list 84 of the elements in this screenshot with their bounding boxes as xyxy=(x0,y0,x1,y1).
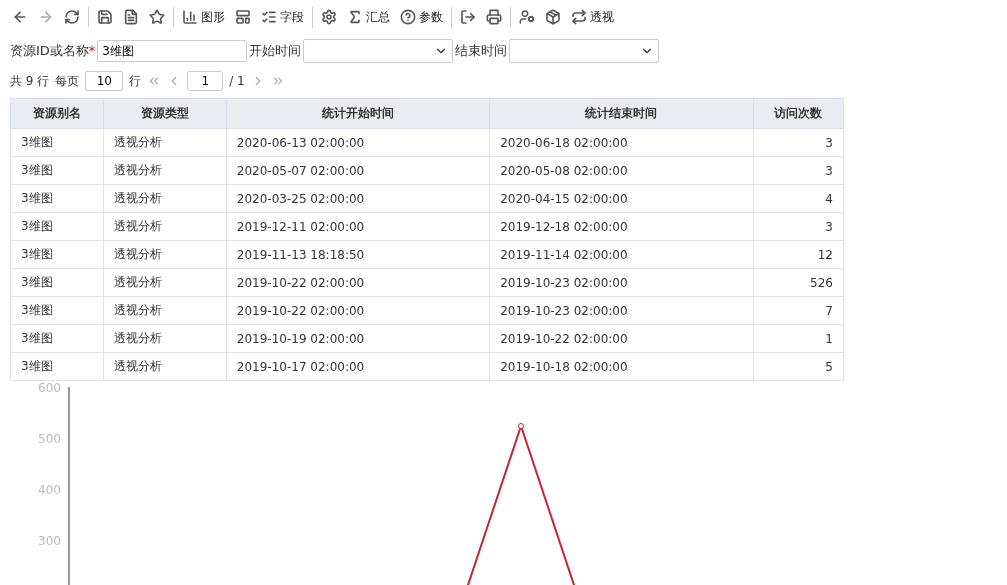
start-time-select[interactable] xyxy=(303,39,454,63)
field-label: 开始时间 xyxy=(249,42,302,60)
per-page-label: 每页 xyxy=(55,72,80,90)
table-cell: 3维图 xyxy=(10,128,104,157)
print-icon[interactable] xyxy=(484,7,504,27)
settings-icon[interactable] xyxy=(319,7,339,27)
refresh-icon[interactable] xyxy=(62,7,82,27)
field-label: 结束时间 xyxy=(455,42,508,60)
checklist-icon xyxy=(261,9,277,25)
page-total: / 1 xyxy=(229,74,245,88)
table-cell: 透视分析 xyxy=(103,212,227,241)
axis-tick-label: 600 xyxy=(38,381,61,395)
table-cell: 透视分析 xyxy=(103,296,227,325)
table-cell: 2019-10-23 02:00:00 xyxy=(489,268,753,297)
column-header[interactable]: 资源类型 xyxy=(103,98,227,129)
table-cell: 7 xyxy=(753,296,844,325)
bar-chart-icon xyxy=(182,9,198,25)
table-cell: 2020-06-18 02:00:00 xyxy=(489,128,753,157)
sigma-icon xyxy=(347,9,363,25)
toolbar-button[interactable]: 汇总 xyxy=(345,6,392,28)
axis-tick-label: 500 xyxy=(38,432,61,446)
table-cell: 2019-10-22 02:00:00 xyxy=(226,296,490,325)
column-header[interactable]: 资源别名 xyxy=(10,98,104,129)
table-cell: 5 xyxy=(753,352,844,381)
column-header[interactable]: 访问次数 xyxy=(753,98,844,129)
table-cell: 2020-03-25 02:00:00 xyxy=(226,184,490,213)
table-cell: 透视分析 xyxy=(103,268,227,297)
table-cell: 12 xyxy=(753,240,844,269)
table-cell: 透视分析 xyxy=(103,324,227,353)
table-cell: 2019-10-19 02:00:00 xyxy=(226,324,490,353)
toolbar-button[interactable]: 图形 xyxy=(180,6,227,28)
row-count: 共 9 行 xyxy=(10,72,50,90)
table-cell: 透视分析 xyxy=(103,352,227,381)
user-icon[interactable] xyxy=(517,7,537,27)
page-field[interactable]: 1 xyxy=(187,71,224,91)
table-cell: 2020-05-07 02:00:00 xyxy=(226,156,490,185)
table-cell: 透视分析 xyxy=(103,128,227,157)
exit-icon[interactable] xyxy=(458,7,478,27)
table-cell: 3 xyxy=(753,212,844,241)
toolbar-button[interactable]: 参数 xyxy=(398,6,445,28)
toolbar-button[interactable]: 字段 xyxy=(259,6,306,28)
table-cell: 2020-05-08 02:00:00 xyxy=(489,156,753,185)
star-icon[interactable] xyxy=(147,7,167,27)
table-cell: 1 xyxy=(753,324,844,353)
column-header[interactable]: 统计结束时间 xyxy=(489,98,753,129)
axis-tick-label: 400 xyxy=(38,483,61,497)
cube-icon[interactable] xyxy=(543,7,563,27)
table-cell: 3 xyxy=(753,128,844,157)
layout-icon[interactable] xyxy=(233,7,253,27)
table-cell: 2019-12-18 02:00:00 xyxy=(489,212,753,241)
table-cell: 3 xyxy=(753,156,844,185)
table-cell: 3维图 xyxy=(10,324,104,353)
table-cell: 2019-10-22 02:00:00 xyxy=(489,324,753,353)
table-cell: 4 xyxy=(753,184,844,213)
column-header[interactable]: 统计开始时间 xyxy=(226,98,490,129)
table-cell: 2020-04-15 02:00:00 xyxy=(489,184,753,213)
table-cell: 2019-11-14 02:00:00 xyxy=(489,240,753,269)
help-icon xyxy=(400,9,416,25)
table-cell: 3维图 xyxy=(10,184,104,213)
table-cell: 3维图 xyxy=(10,212,104,241)
table-cell: 3维图 xyxy=(10,268,104,297)
table-cell: 2019-11-13 18:18:50 xyxy=(226,240,490,269)
table-cell: 2019-10-18 02:00:00 xyxy=(489,352,753,381)
table-cell: 2019-10-22 02:00:00 xyxy=(226,268,490,297)
table-cell: 透视分析 xyxy=(103,240,227,269)
toolbar-button[interactable]: 透视 xyxy=(569,6,616,28)
table-cell: 526 xyxy=(753,268,844,297)
table-cell: 透视分析 xyxy=(103,184,227,213)
field-label: 资源ID或名称* xyxy=(10,42,96,60)
table-cell: 2019-12-11 02:00:00 xyxy=(226,212,490,241)
table-cell: 3维图 xyxy=(10,240,104,269)
rows-unit: 行 xyxy=(129,72,142,90)
table-cell: 2019-10-23 02:00:00 xyxy=(489,296,753,325)
per-page-field[interactable]: 10 xyxy=(85,71,124,91)
name-field[interactable]: 3维图 xyxy=(97,40,248,62)
table-cell: 3维图 xyxy=(10,352,104,381)
table-cell: 透视分析 xyxy=(103,156,227,185)
table-cell: 3维图 xyxy=(10,296,104,325)
swap-icon xyxy=(571,9,587,25)
table-cell: 2019-10-17 02:00:00 xyxy=(226,352,490,381)
save-icon[interactable] xyxy=(95,7,115,27)
table-cell: 2020-06-13 02:00:00 xyxy=(226,128,490,157)
table-cell: 3维图 xyxy=(10,156,104,185)
axis-tick-label: 300 xyxy=(38,534,61,548)
